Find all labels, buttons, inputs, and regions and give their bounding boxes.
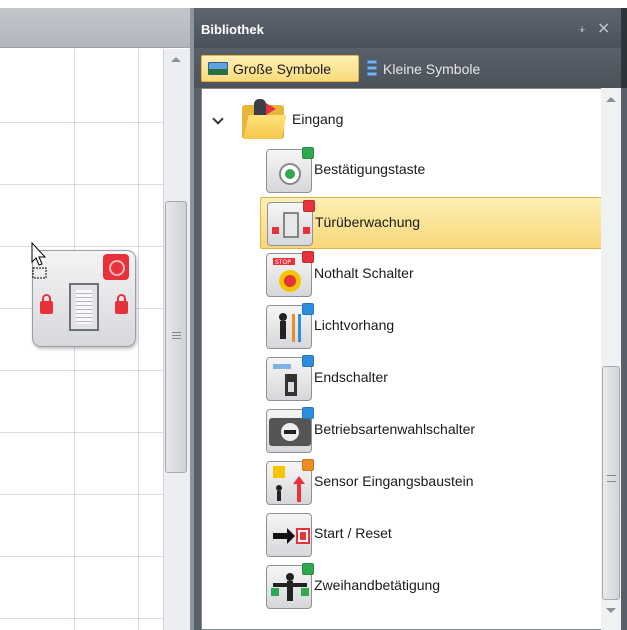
small-symbols-label: Kleine Symbole xyxy=(383,60,481,77)
status-badge xyxy=(303,200,315,212)
two-hand-control-icon xyxy=(266,563,314,609)
status-badge xyxy=(302,459,314,471)
status-badge xyxy=(302,355,314,367)
scrollbar-thumb[interactable] xyxy=(602,366,620,600)
folder-icon xyxy=(242,99,287,139)
panel-title: Bibliothek xyxy=(201,22,264,37)
canvas-vertical-scrollbar[interactable] xyxy=(163,49,190,630)
lock-icon xyxy=(40,294,53,314)
item-label: Bestätigungstaste xyxy=(314,161,426,177)
folder-label: Eingang xyxy=(292,111,344,127)
chevron-down-icon[interactable] xyxy=(212,113,224,125)
design-canvas[interactable] xyxy=(0,0,190,630)
door-monitoring-icon xyxy=(267,200,315,246)
list-item[interactable]: Zweihandbetätigung xyxy=(260,561,606,613)
list-item[interactable]: Sensor Eingangsbaustein xyxy=(260,457,606,509)
small-symbols-button[interactable]: Kleine Symbole xyxy=(361,55,486,82)
small-symbols-icon xyxy=(367,59,377,78)
item-label: Betriebsartenwahlschalter xyxy=(314,421,476,437)
item-label: Lichtvorhang xyxy=(314,317,395,333)
svg-text:STOP: STOP xyxy=(275,259,291,266)
list-item-selected[interactable]: Türüberwachung xyxy=(260,197,606,249)
item-label: Türüberwachung xyxy=(315,214,421,230)
panel-header: Bibliothek ⨨ × xyxy=(194,8,627,48)
status-badge xyxy=(302,303,314,315)
large-symbols-button[interactable]: Große Symbole xyxy=(201,55,359,82)
status-badge xyxy=(302,407,314,419)
canvas-header-bar xyxy=(0,8,190,48)
list-vertical-scrollbar[interactable] xyxy=(601,88,621,630)
item-label: Zweihandbetätigung xyxy=(314,577,441,593)
limit-switch-icon xyxy=(266,355,314,401)
confirm-button-icon xyxy=(266,147,314,193)
list-item[interactable]: Bestätigungstaste xyxy=(260,145,606,197)
sensor-input-icon xyxy=(266,459,314,505)
list-item[interactable]: Start / Reset xyxy=(260,509,606,561)
item-label: Sensor Eingangsbaustein xyxy=(314,473,474,489)
drag-cursor-icon xyxy=(31,242,47,279)
list-item[interactable]: STOP Nothalt Schalter xyxy=(260,249,606,301)
scroll-down-icon[interactable] xyxy=(606,608,616,613)
emergency-stop-icon: STOP xyxy=(266,251,314,297)
item-label: Endschalter xyxy=(314,369,388,385)
light-curtain-icon xyxy=(266,303,314,349)
scrollbar-thumb[interactable] xyxy=(165,201,187,473)
large-symbols-icon xyxy=(208,62,228,75)
pin-icon[interactable]: ⨨ xyxy=(579,22,585,36)
red-status-icon xyxy=(103,254,129,280)
close-icon[interactable]: × xyxy=(597,18,610,37)
list-item[interactable]: Lichtvorhang xyxy=(260,301,606,353)
mode-selector-icon xyxy=(266,407,314,453)
scroll-up-icon[interactable] xyxy=(606,97,616,102)
list-item[interactable]: Betriebsartenwahlschalter xyxy=(260,405,606,457)
item-label: Start / Reset xyxy=(314,525,392,541)
status-badge xyxy=(302,251,314,263)
list-item[interactable]: Endschalter xyxy=(260,353,606,405)
status-badge xyxy=(302,147,314,159)
symbol-list: Eingang Bestätigungstaste Türüberwachung xyxy=(201,88,608,630)
item-label: Nothalt Schalter xyxy=(314,265,414,281)
large-symbols-label: Große Symbole xyxy=(233,60,332,77)
door-icon xyxy=(69,283,99,331)
lock-icon xyxy=(115,294,128,314)
library-panel: Bibliothek ⨨ × Große Symbole Kleine Symb… xyxy=(190,8,627,630)
view-toolbar: Große Symbole Kleine Symbole xyxy=(194,48,627,88)
symbol-list-area: Eingang Bestätigungstaste Türüberwachung xyxy=(194,88,627,630)
start-reset-icon xyxy=(266,513,312,557)
scroll-up-icon[interactable] xyxy=(171,57,181,62)
status-badge xyxy=(302,563,314,575)
